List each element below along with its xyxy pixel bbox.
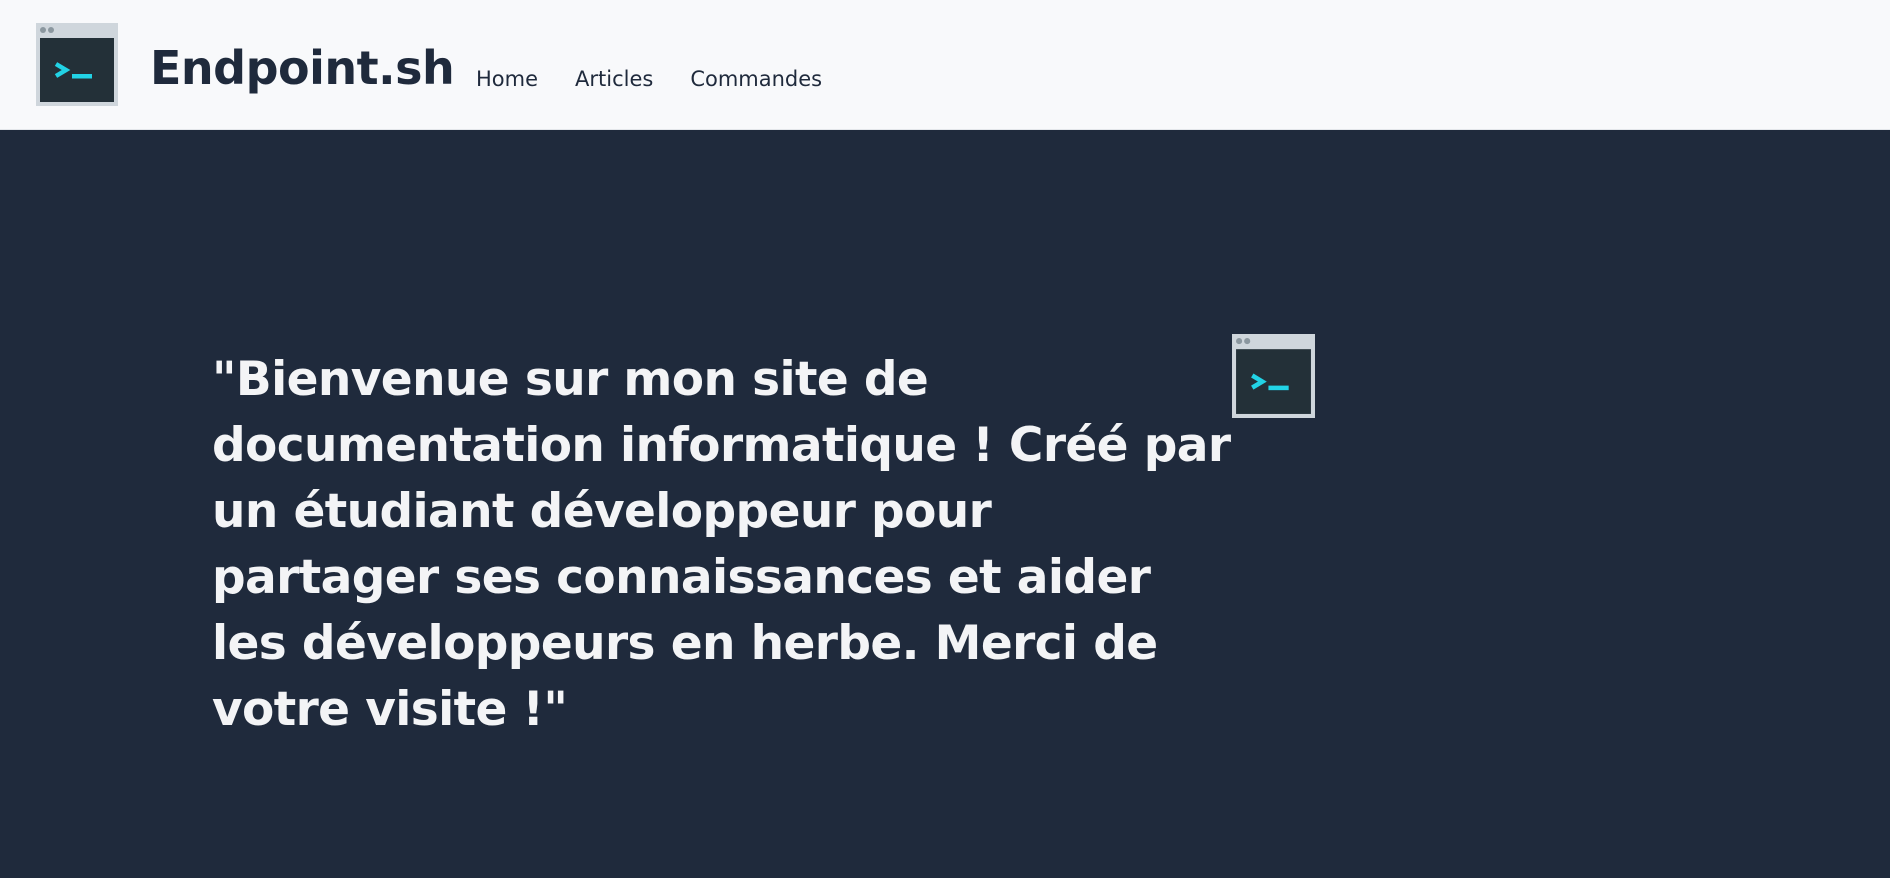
hero-quote: "Bienvenue sur mon site de documentation… bbox=[212, 352, 1231, 737]
terminal-icon[interactable] bbox=[36, 23, 118, 106]
main-nav: Home Articles Commandes bbox=[476, 66, 859, 92]
navbar: Endpoint.sh Home Articles Commandes bbox=[0, 0, 1890, 130]
nav-link-commandes[interactable]: Commandes bbox=[690, 66, 822, 92]
hero-section: "Bienvenue sur mon site de documentation… bbox=[0, 130, 1890, 878]
nav-link-articles[interactable]: Articles bbox=[575, 66, 653, 92]
nav-link-home[interactable]: Home bbox=[476, 66, 538, 92]
brand-title[interactable]: Endpoint.sh bbox=[150, 40, 455, 96]
terminal-icon bbox=[1232, 334, 1315, 418]
